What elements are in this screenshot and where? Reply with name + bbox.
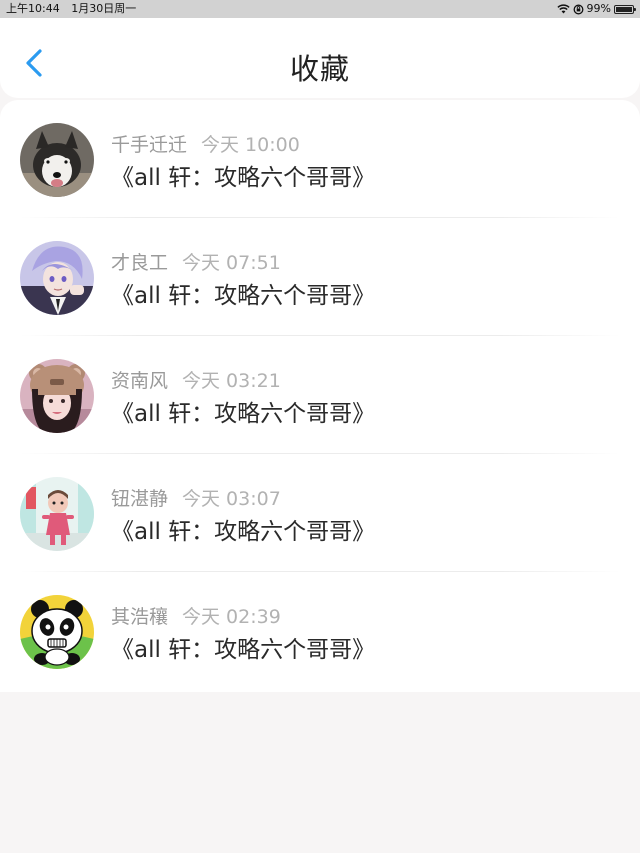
list-item[interactable]: 千手迁迁 今天 10:00 《all 轩：攻略六个哥哥》: [0, 100, 640, 218]
item-title: 《all 轩：攻略六个哥哥》: [111, 165, 376, 191]
status-bar: 上午10:44 1月30日周一 99%: [0, 0, 640, 18]
item-title: 《all 轩：攻略六个哥哥》: [111, 283, 376, 309]
status-right: 99%: [556, 0, 636, 18]
item-author: 千手迁迁: [111, 134, 188, 156]
item-time: 今天 10:00: [201, 134, 300, 156]
list-item[interactable]: 钮湛静 今天 03:07 《all 轩：攻略六个哥哥》: [0, 454, 640, 572]
husky-dog-avatar[interactable]: [20, 123, 94, 197]
battery-level: [616, 6, 632, 12]
battery-percent: 99%: [586, 2, 611, 15]
list-item[interactable]: 其浩穰 今天 02:39 《all 轩：攻略六个哥哥》: [0, 572, 640, 690]
wifi-icon: [556, 4, 570, 14]
status-time: 上午10:44: [6, 2, 60, 15]
status-date: 1月30日周一: [71, 2, 137, 15]
battery-icon: [614, 4, 636, 14]
item-meta: 才良工 今天 07:51: [111, 248, 281, 275]
favorites-list: 千手迁迁 今天 10:00 《all 轩：攻略六个哥哥》 才良工 今天 07:51: [0, 100, 640, 692]
item-title: 《all 轩：攻略六个哥哥》: [111, 637, 376, 663]
anime-boy-avatar[interactable]: [20, 241, 94, 315]
cartoon-panda-avatar[interactable]: [20, 595, 94, 669]
status-left: 上午10:44 1月30日周一: [6, 0, 144, 18]
item-meta: 千手迁迁 今天 10:00: [111, 130, 300, 157]
item-author: 资南风: [111, 370, 169, 392]
item-time: 今天 07:51: [182, 252, 281, 274]
item-author: 钮湛静: [111, 488, 169, 510]
item-time: 今天 03:21: [182, 370, 281, 392]
nav-bar: 收藏: [0, 18, 640, 98]
item-title: 《all 轩：攻略六个哥哥》: [111, 401, 376, 427]
item-author: 其浩穰: [111, 606, 169, 628]
orientation-lock-icon: [573, 4, 583, 14]
item-meta: 钮湛静 今天 03:07: [111, 484, 281, 511]
item-author: 才良工: [111, 252, 169, 274]
doll-toy-avatar[interactable]: [20, 477, 94, 551]
item-meta: 资南风 今天 03:21: [111, 366, 281, 393]
list-item[interactable]: 才良工 今天 07:51 《all 轩：攻略六个哥哥》: [0, 218, 640, 336]
item-time: 今天 03:07: [182, 488, 281, 510]
girl-bear-hat-avatar[interactable]: [20, 359, 94, 433]
item-title: 《all 轩：攻略六个哥哥》: [111, 519, 376, 545]
page-title: 收藏: [289, 52, 350, 86]
item-meta: 其浩穰 今天 02:39: [111, 602, 281, 629]
list-item[interactable]: 资南风 今天 03:21 《all 轩：攻略六个哥哥》: [0, 336, 640, 454]
item-time: 今天 02:39: [182, 606, 281, 628]
